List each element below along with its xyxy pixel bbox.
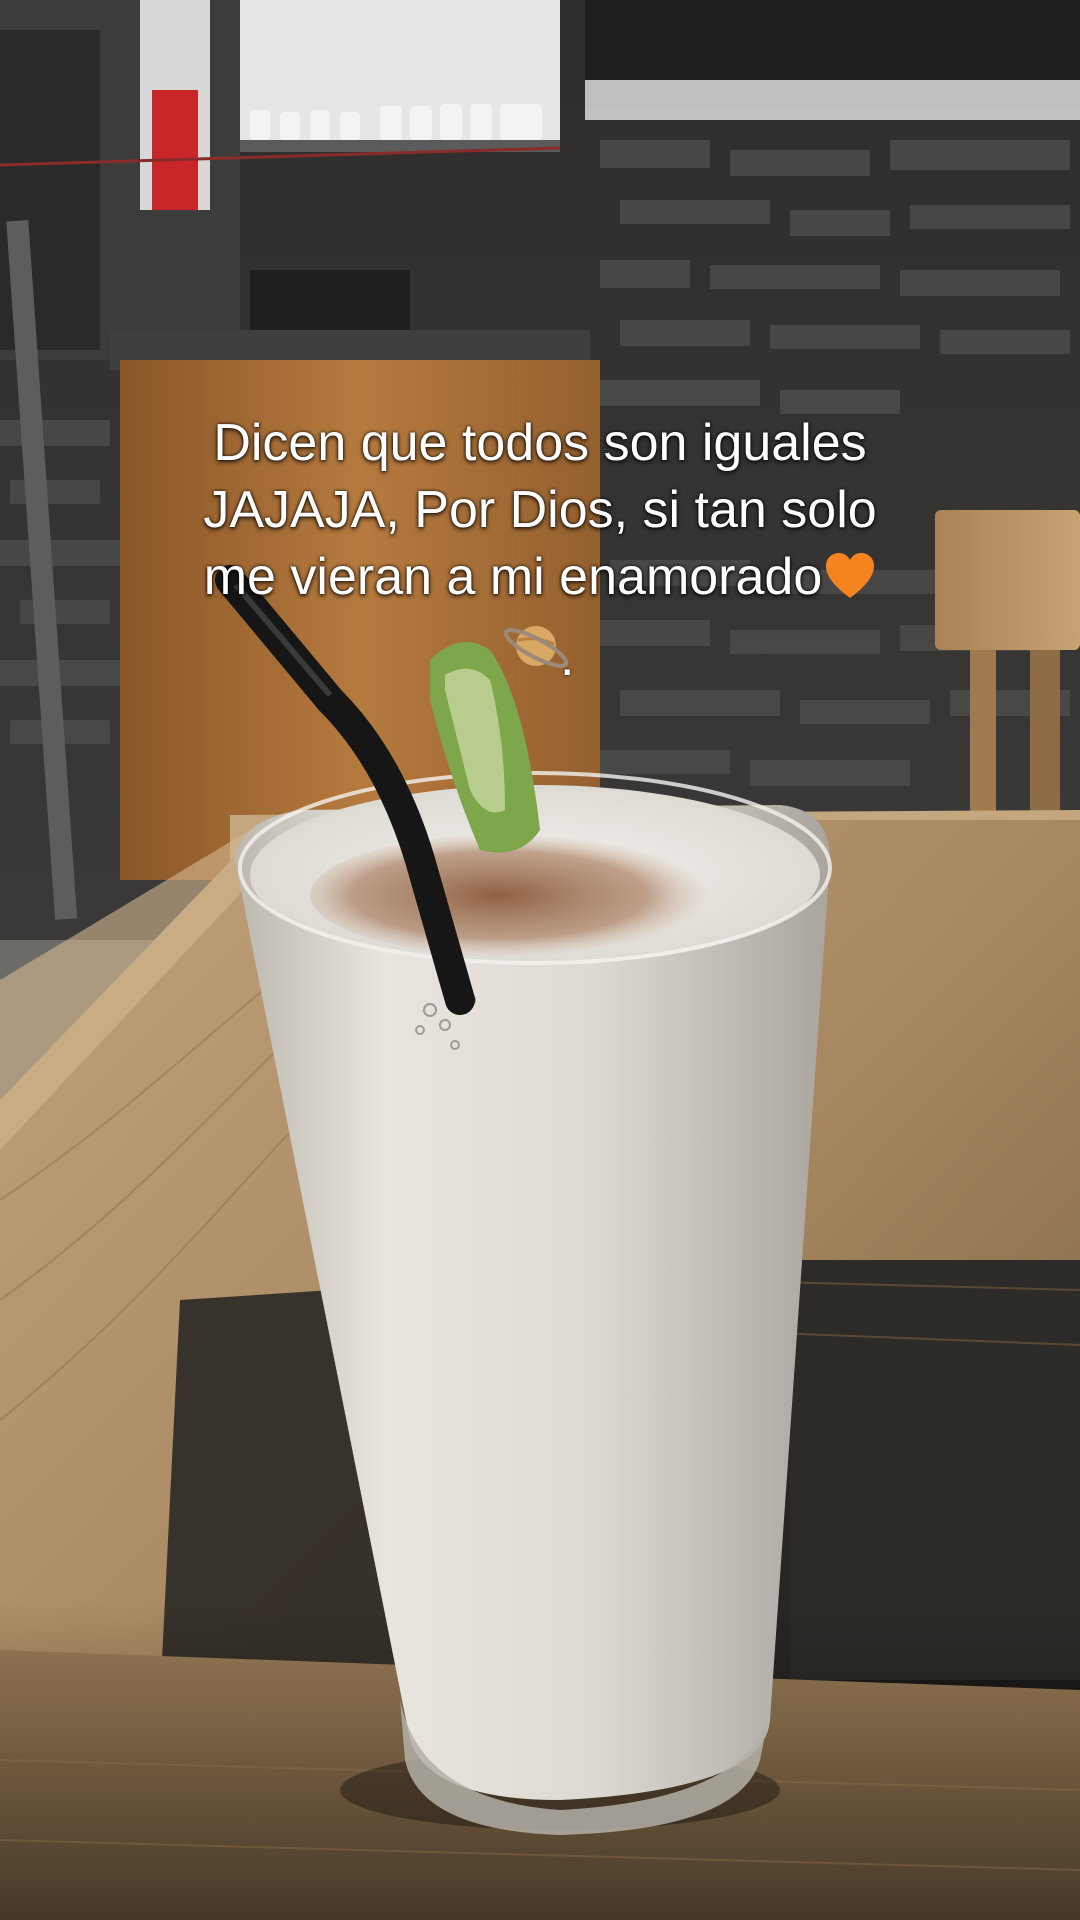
caption-line-3: me vieran a mi enamorado	[140, 544, 940, 611]
background-photo	[0, 0, 1080, 1920]
caption-end-mark: .	[560, 629, 575, 687]
orange-heart-icon	[826, 553, 875, 598]
story-caption: Dicen que todos son iguales JAJAJA, Por …	[140, 410, 940, 611]
caption-line-1: Dicen que todos son iguales	[213, 414, 867, 472]
caption-line-3-text: me vieran a mi enamorado	[203, 548, 823, 606]
caption-line-2: JAJAJA, Por Dios, si tan solo	[203, 481, 877, 539]
story-screen: Dicen que todos son iguales JAJAJA, Por …	[0, 0, 1080, 1920]
ringed-planet-icon	[503, 626, 569, 668]
